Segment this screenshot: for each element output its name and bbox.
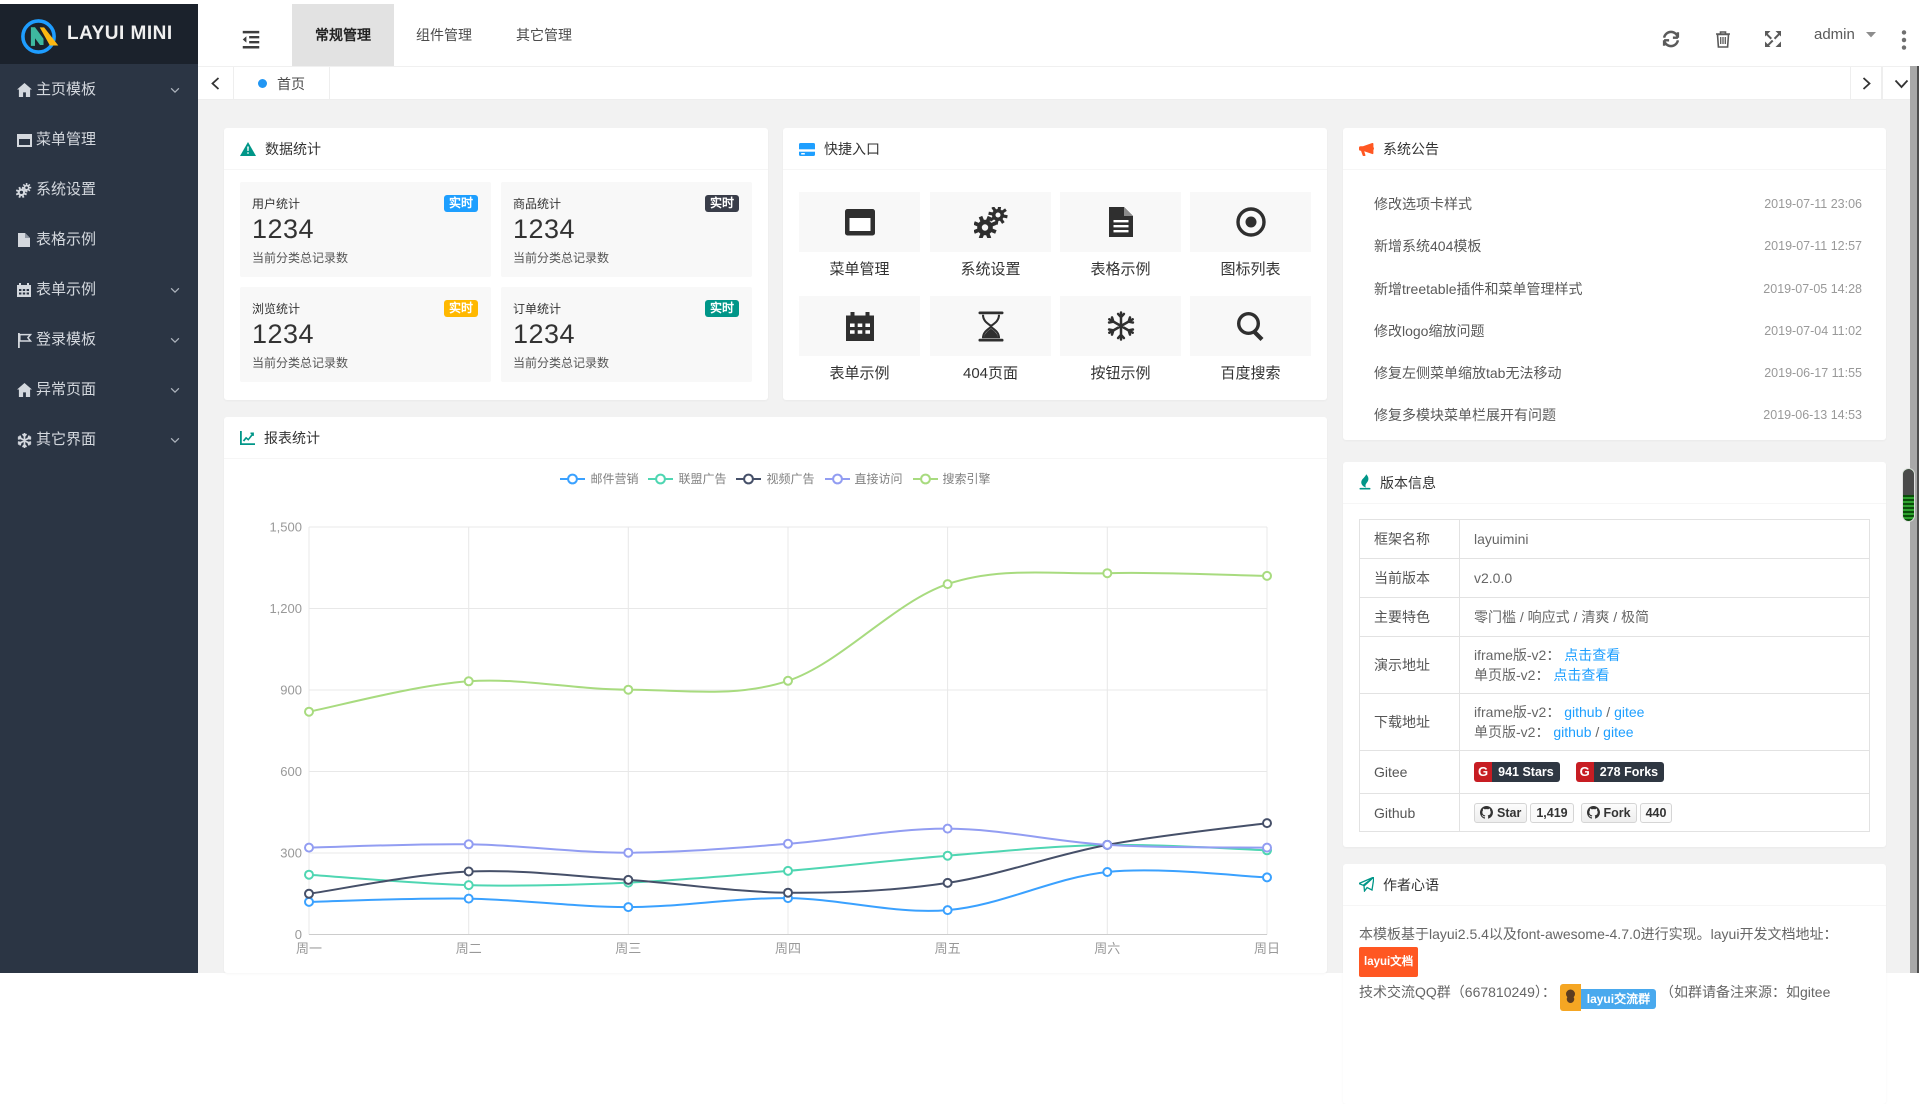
svg-text:周一: 周一 (296, 941, 322, 956)
svg-text:1,500: 1,500 (269, 520, 302, 535)
svg-text:周二: 周二 (456, 941, 482, 956)
svg-text:周四: 周四 (775, 941, 801, 956)
svg-text:300: 300 (280, 846, 302, 861)
svg-text:900: 900 (280, 683, 302, 698)
svg-text:周三: 周三 (615, 941, 641, 956)
svg-text:600: 600 (280, 764, 302, 779)
svg-text:周五: 周五 (935, 941, 961, 956)
svg-text:周日: 周日 (1254, 941, 1280, 956)
svg-text:周六: 周六 (1094, 941, 1120, 956)
svg-text:1,200: 1,200 (269, 601, 302, 616)
svg-text:0: 0 (295, 927, 302, 942)
